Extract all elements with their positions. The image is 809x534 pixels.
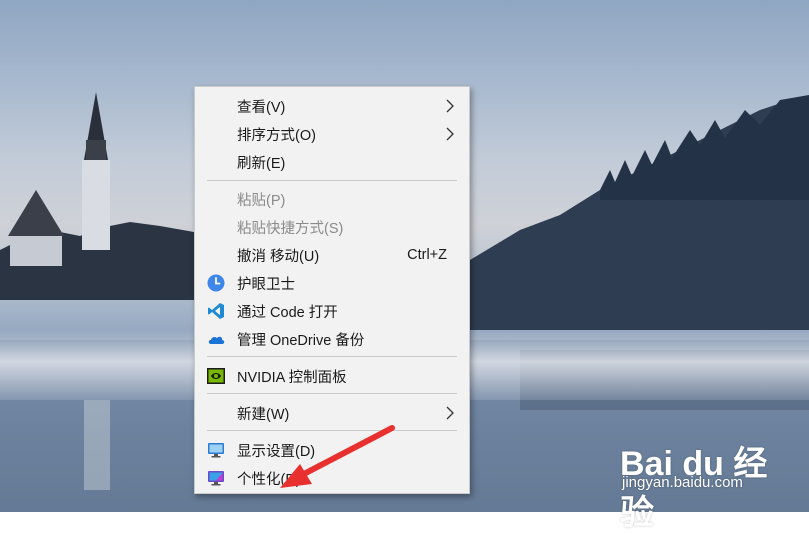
watermark-url: jingyan.baidu.com	[622, 474, 743, 491]
nvidia-icon	[207, 368, 225, 384]
menu-item-manage-onedrive-backup-label: 管理 OneDrive 备份	[237, 332, 365, 349]
menu-item-refresh-label: 刷新(E)	[237, 155, 286, 172]
chevron-right-icon	[446, 99, 454, 113]
eye-guard-clock-icon	[207, 274, 225, 292]
menu-item-nvidia-control-panel-label: NVIDIA 控制面板	[237, 369, 347, 386]
onedrive-cloud-icon	[208, 336, 225, 344]
menu-item-undo-move[interactable]: 撤消 移动(U) Ctrl+Z	[195, 242, 469, 268]
menu-item-display-settings[interactable]: 显示设置(D)	[195, 437, 469, 463]
menu-separator	[207, 393, 457, 394]
menu-item-nvidia-control-panel[interactable]: NVIDIA 控制面板	[195, 363, 469, 389]
menu-item-open-with-code[interactable]: 通过 Code 打开	[195, 298, 469, 324]
menu-item-refresh[interactable]: 刷新(E)	[195, 149, 469, 175]
chevron-right-icon	[446, 406, 454, 420]
menu-item-open-with-code-label: 通过 Code 打开	[237, 304, 338, 321]
desktop-context-menu: 查看(V) 排序方式(O) 刷新(E) 粘贴(P) 粘贴快捷方式(S) 撤消 移…	[194, 86, 470, 494]
menu-item-sort-by[interactable]: 排序方式(O)	[195, 121, 469, 147]
menu-item-paste: 粘贴(P)	[195, 186, 469, 212]
display-settings-icon	[208, 443, 224, 458]
menu-item-eye-guard-label: 护眼卫士	[237, 276, 295, 293]
baidu-jingyan-watermark: Bai du 经验 jingyan.baidu.com	[620, 424, 800, 532]
menu-separator	[207, 356, 457, 357]
menu-item-view-label: 查看(V)	[237, 99, 286, 116]
menu-separator	[207, 180, 457, 181]
menu-item-personalize[interactable]: 个性化(R)	[195, 465, 469, 491]
menu-item-display-settings-label: 显示设置(D)	[237, 443, 316, 460]
menu-item-paste-shortcut-label: 粘贴快捷方式(S)	[237, 220, 344, 237]
menu-item-undo-move-label: 撤消 移动(U)	[237, 248, 320, 265]
menu-item-manage-onedrive-backup[interactable]: 管理 OneDrive 备份	[195, 326, 469, 352]
chevron-right-icon	[446, 127, 454, 141]
menu-item-sort-by-label: 排序方式(O)	[237, 127, 316, 144]
menu-separator	[207, 430, 457, 431]
menu-item-eye-guard[interactable]: 护眼卫士	[195, 270, 469, 296]
menu-item-personalize-label: 个性化(R)	[237, 471, 301, 488]
menu-item-new[interactable]: 新建(W)	[195, 400, 469, 426]
vscode-icon	[208, 303, 224, 319]
menu-item-paste-label: 粘贴(P)	[237, 192, 286, 209]
personalize-icon	[208, 471, 224, 486]
menu-item-paste-shortcut: 粘贴快捷方式(S)	[195, 214, 469, 240]
menu-item-view[interactable]: 查看(V)	[195, 93, 469, 119]
menu-item-undo-move-shortcut: Ctrl+Z	[407, 247, 447, 263]
menu-item-new-label: 新建(W)	[237, 406, 290, 423]
